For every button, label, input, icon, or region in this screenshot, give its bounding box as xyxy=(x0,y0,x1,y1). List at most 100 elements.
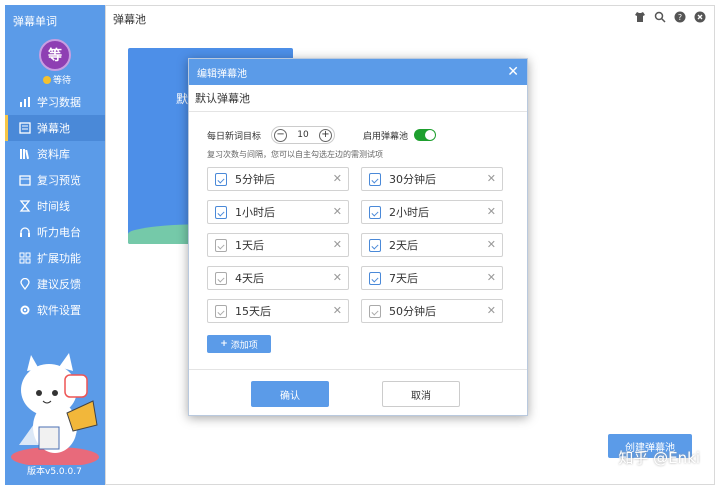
status-dot-icon xyxy=(43,75,51,84)
sidebar-item-timeline[interactable]: 时间线 xyxy=(5,193,105,219)
sidebar-item-extensions[interactable]: 扩展功能 xyxy=(5,245,105,271)
sidebar-item-library[interactable]: 资料库 xyxy=(5,141,105,167)
sidebar-item-feedback[interactable]: 建议反馈 xyxy=(5,271,105,297)
checklist-icon[interactable] xyxy=(215,271,227,285)
calendar-icon xyxy=(19,174,31,186)
close-icon[interactable]: ✕ xyxy=(507,64,519,80)
minus-icon[interactable]: − xyxy=(274,128,288,142)
daily-goal-stepper[interactable]: − 10 + xyxy=(271,126,336,144)
headphones-icon xyxy=(19,226,31,238)
location-icon xyxy=(19,278,31,290)
checklist-icon[interactable] xyxy=(369,205,381,219)
sidebar-item-radio[interactable]: 听力电台 xyxy=(5,219,105,245)
dialog-divider xyxy=(189,369,527,370)
sidebar-item-label: 资料库 xyxy=(37,148,70,161)
dialog-title: 编辑弹幕池 xyxy=(197,68,247,80)
checklist-icon[interactable] xyxy=(215,172,227,186)
review-item-label: 2小时后 xyxy=(389,206,429,219)
sidebar-item-label: 学习数据 xyxy=(37,96,81,109)
user-status-label: 等待 xyxy=(53,76,72,86)
sidebar-item-label: 软件设置 xyxy=(37,304,81,317)
review-item-label: 1小时后 xyxy=(235,206,275,219)
remove-icon[interactable]: ✕ xyxy=(487,172,496,185)
review-item[interactable]: 50分钟后 ✕ xyxy=(361,299,503,323)
sidebar-item-label: 听力电台 xyxy=(37,226,81,239)
checklist-icon[interactable] xyxy=(369,304,381,318)
review-item[interactable]: 1小时后 ✕ xyxy=(207,200,349,224)
close-icon[interactable] xyxy=(694,11,706,23)
watermark: 知乎 @Enki xyxy=(618,449,700,467)
page-title: 弹幕池 xyxy=(113,13,146,26)
review-item-label: 7天后 xyxy=(389,272,418,285)
daily-goal-label: 每日新词目标 xyxy=(207,131,262,142)
review-item[interactable]: 2天后 ✕ xyxy=(361,233,503,257)
settings-row: 每日新词目标 − 10 + 启用弹幕池 xyxy=(207,125,517,145)
user-status: 等待 xyxy=(43,73,71,86)
review-item-label: 30分钟后 xyxy=(389,173,436,186)
sidebar-item-danmaku-pool[interactable]: 弹幕池 xyxy=(5,115,105,141)
sidebar-item-label: 建议反馈 xyxy=(37,278,81,291)
remove-icon[interactable]: ✕ xyxy=(487,238,496,251)
review-item-label: 4天后 xyxy=(235,272,264,285)
list-icon xyxy=(19,122,31,134)
checklist-icon[interactable] xyxy=(369,172,381,186)
review-item[interactable]: 5分钟后 ✕ xyxy=(207,167,349,191)
review-item[interactable]: 1天后 ✕ xyxy=(207,233,349,257)
remove-icon[interactable]: ✕ xyxy=(487,271,496,284)
review-item-label: 15天后 xyxy=(235,305,271,318)
grid-icon xyxy=(19,252,31,264)
remove-icon[interactable]: ✕ xyxy=(487,205,496,218)
mascot-illustration xyxy=(11,353,99,465)
app-title: 弹幕单词 xyxy=(13,15,57,28)
cancel-button[interactable]: 取消 xyxy=(382,381,460,407)
sidebar-item-label: 弹幕池 xyxy=(37,122,70,135)
checklist-icon[interactable] xyxy=(369,238,381,252)
confirm-button[interactable]: 确认 xyxy=(251,381,329,407)
add-item-button[interactable]: + 添加项 xyxy=(207,335,271,353)
sidebar-item-learning-data[interactable]: 学习数据 xyxy=(5,89,105,115)
review-item[interactable]: 30分钟后 ✕ xyxy=(361,167,503,191)
svg-text:?: ? xyxy=(678,13,682,22)
add-item-label: 添加项 xyxy=(230,340,258,351)
avatar[interactable]: 等 xyxy=(39,39,71,71)
checklist-icon[interactable] xyxy=(215,205,227,219)
enable-pool-label: 启用弹幕池 xyxy=(363,131,409,142)
remove-icon[interactable]: ✕ xyxy=(333,304,342,317)
enable-pool-toggle[interactable] xyxy=(414,129,437,141)
toggle-knob xyxy=(425,130,436,140)
bar-chart-icon xyxy=(19,96,31,108)
review-item[interactable]: 4天后 ✕ xyxy=(207,266,349,290)
remove-icon[interactable]: ✕ xyxy=(333,172,342,185)
checklist-icon[interactable] xyxy=(215,238,227,252)
remove-icon[interactable]: ✕ xyxy=(487,304,496,317)
help-icon[interactable]: ? xyxy=(674,11,686,23)
version-label: 版本v5.0.0.7 xyxy=(27,467,82,477)
sidebar-item-label: 复习预览 xyxy=(37,174,81,187)
remove-icon[interactable]: ✕ xyxy=(333,205,342,218)
hourglass-icon xyxy=(19,200,31,212)
sidebar: 弹幕单词 等 等待 学习数据 弹幕池 资料库 复习预览 时间线 听力电台 扩展功… xyxy=(5,5,105,485)
checklist-icon[interactable] xyxy=(369,271,381,285)
review-item[interactable]: 2小时后 ✕ xyxy=(361,200,503,224)
pool-card-title: 默 xyxy=(176,92,189,106)
plus-icon[interactable]: + xyxy=(319,128,332,142)
review-item[interactable]: 15天后 ✕ xyxy=(207,299,349,323)
plus-icon: + xyxy=(220,339,228,349)
daily-goal-value: 10 xyxy=(297,130,309,140)
sidebar-item-settings[interactable]: 软件设置 xyxy=(5,297,105,323)
dialog-header: 编辑弹幕池 ✕ xyxy=(189,59,527,85)
checklist-icon[interactable] xyxy=(215,304,227,318)
sidebar-item-label: 时间线 xyxy=(37,200,70,213)
pool-name-field[interactable]: 默认弹幕池 xyxy=(189,85,527,112)
review-item-label: 1天后 xyxy=(235,239,264,252)
sidebar-item-review-preview[interactable]: 复习预览 xyxy=(5,167,105,193)
remove-icon[interactable]: ✕ xyxy=(333,238,342,251)
search-icon[interactable] xyxy=(654,11,666,23)
gear-icon xyxy=(19,304,31,316)
edit-pool-dialog: 编辑弹幕池 ✕ 默认弹幕池 每日新词目标 − 10 + 启用弹幕池 复习次数与间… xyxy=(188,58,528,416)
sidebar-nav: 学习数据 弹幕池 资料库 复习预览 时间线 听力电台 扩展功能 建议反馈 软件设… xyxy=(5,89,105,323)
shirt-icon[interactable] xyxy=(634,11,646,23)
review-item-label: 5分钟后 xyxy=(235,173,275,186)
review-item[interactable]: 7天后 ✕ xyxy=(361,266,503,290)
remove-icon[interactable]: ✕ xyxy=(333,271,342,284)
